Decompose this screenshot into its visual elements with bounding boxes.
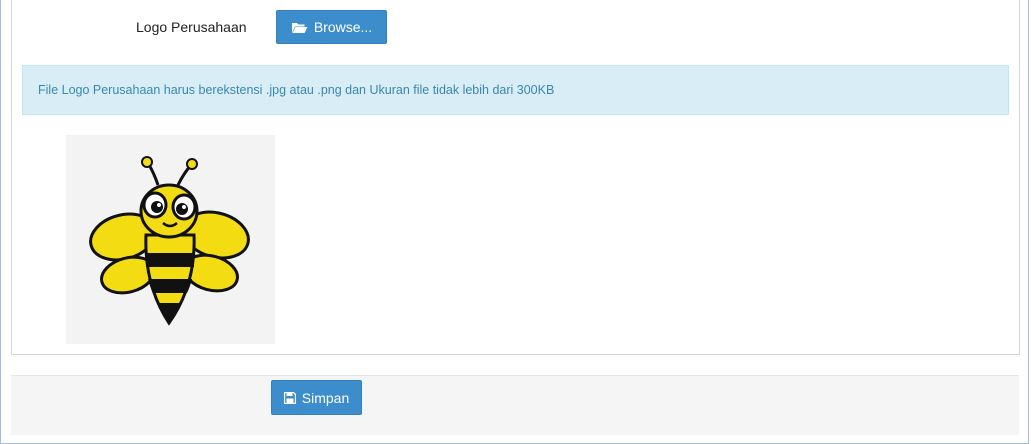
logo-preview (66, 135, 275, 344)
save-button[interactable]: Simpan (271, 380, 362, 415)
info-alert-text: File Logo Perusahaan harus berekstensi .… (38, 83, 555, 97)
floppy-disk-icon (283, 391, 296, 404)
form-footer (11, 375, 1019, 435)
save-button-label: Simpan (301, 389, 350, 406)
logo-label: Logo Perusahaan (136, 19, 247, 35)
bee-logo-image (89, 156, 250, 326)
browse-button[interactable]: Browse... (276, 10, 387, 44)
browse-button-label: Browse... (313, 19, 373, 35)
info-alert: File Logo Perusahaan harus berekstensi .… (22, 65, 1009, 115)
folder-open-icon (291, 21, 308, 34)
